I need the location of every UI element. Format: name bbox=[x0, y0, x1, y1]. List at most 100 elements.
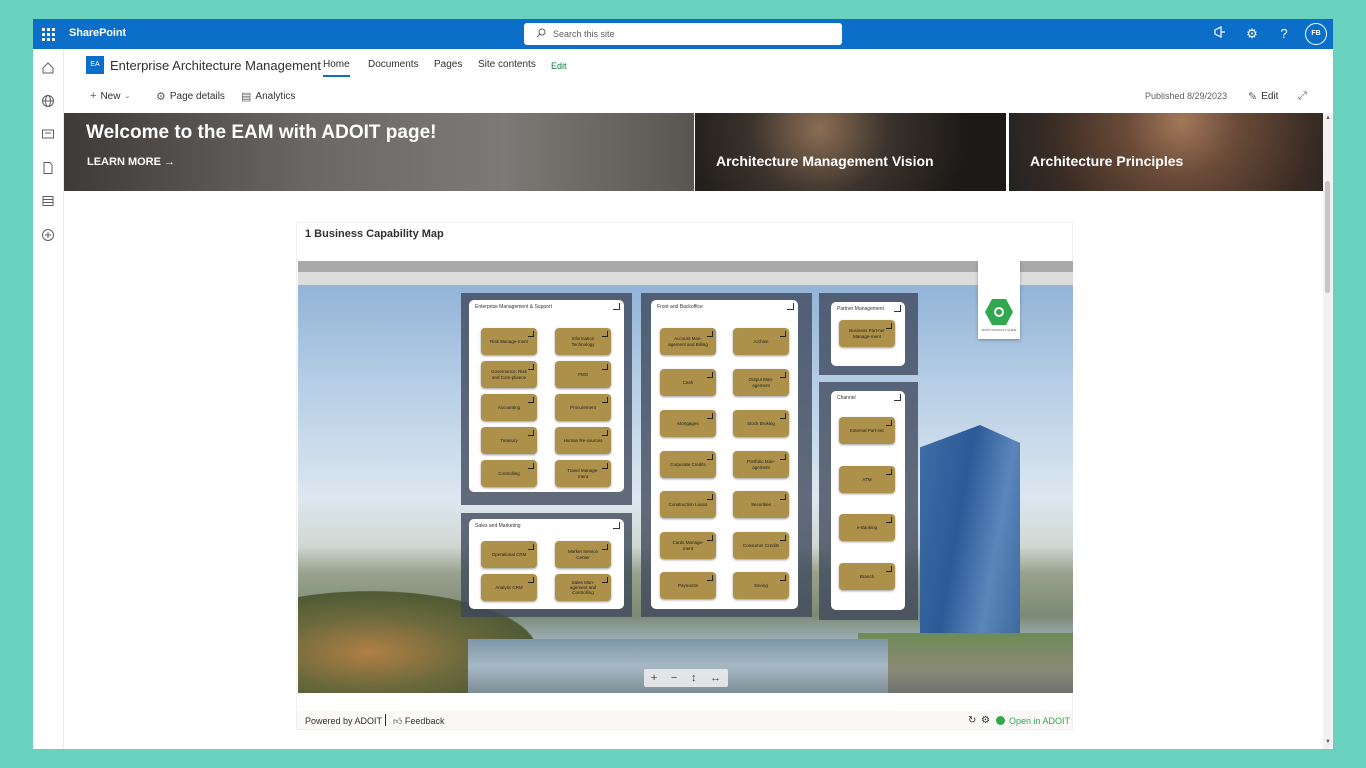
document-icon[interactable] bbox=[41, 161, 55, 175]
capability-box[interactable]: Securities bbox=[733, 491, 789, 518]
capability-box[interactable]: Controlling bbox=[481, 460, 537, 487]
hero-title: Welcome to the EAM with ADOIT page! bbox=[86, 122, 437, 143]
capability-box[interactable]: Portfolio Man-agement bbox=[733, 451, 789, 478]
gear-icon: ⚙ bbox=[156, 91, 166, 103]
capability-box[interactable]: Account Man-agement and Billing bbox=[660, 328, 716, 355]
background-riverbank bbox=[858, 633, 1073, 693]
search-placeholder: Search this site bbox=[553, 29, 615, 39]
globe-icon[interactable] bbox=[41, 94, 55, 108]
capability-box[interactable]: Stock Broking bbox=[733, 410, 789, 437]
gear-icon[interactable]: ⚙ bbox=[1243, 25, 1261, 43]
page-details-button[interactable]: ⚙ Page details bbox=[156, 90, 225, 103]
fit-height-icon[interactable]: ↕ bbox=[691, 672, 697, 684]
megaphone-icon[interactable] bbox=[1211, 25, 1229, 43]
capability-box[interactable]: Procurement bbox=[555, 394, 611, 421]
capability-box[interactable]: Cards Manage-ment bbox=[660, 532, 716, 559]
hero-main-tile[interactable]: Welcome to the EAM with ADOIT page! LEAR… bbox=[64, 113, 694, 191]
brand-label[interactable]: SharePoint bbox=[69, 27, 126, 39]
capability-box[interactable]: Cash bbox=[660, 369, 716, 396]
capability-box[interactable]: Treasury bbox=[481, 427, 537, 454]
capability-box[interactable]: PMO bbox=[555, 361, 611, 388]
suite-bar: SharePoint Search this site ⚙ ? FB bbox=[33, 19, 1333, 49]
page-scrollbar[interactable]: ▲ ▼ bbox=[1323, 113, 1333, 749]
chart-icon bbox=[613, 303, 620, 310]
capability-box[interactable]: Construction Loans bbox=[660, 491, 716, 518]
capability-box[interactable]: Archive bbox=[733, 328, 789, 355]
hero-tile-label: Architecture Management Vision bbox=[716, 153, 934, 169]
analytics-button[interactable]: ▤ Analytics bbox=[241, 90, 295, 103]
learn-more-link[interactable]: LEARN MORE → bbox=[87, 156, 175, 168]
group-enterprise-management: Enterprise Management & Support Risk Man… bbox=[461, 293, 632, 505]
capability-box[interactable]: Consumer Credits bbox=[733, 532, 789, 559]
fit-width-icon[interactable]: ↔ bbox=[710, 672, 721, 684]
adoit-product-badge[interactable]: ADOIT PRODUCT GUIDE bbox=[978, 261, 1020, 339]
expand-icon[interactable]: ⤢ bbox=[1298, 90, 1307, 103]
group-channel: Channel External Part-ner ATM e-Banking … bbox=[819, 382, 918, 620]
chart-icon bbox=[894, 305, 901, 312]
home-icon[interactable] bbox=[41, 61, 55, 75]
adoit-webpart: 1 Business Capability Map Enterprise Man… bbox=[296, 222, 1073, 730]
analytics-label: Analytics bbox=[255, 91, 296, 102]
capability-box[interactable]: e-Banking bbox=[839, 514, 895, 541]
capability-box[interactable]: Output Man-agement bbox=[733, 369, 789, 396]
capability-box[interactable]: Sales Man-agement and Controlling bbox=[555, 574, 611, 601]
nav-home[interactable]: Home bbox=[323, 59, 350, 77]
app-launcher-icon[interactable] bbox=[39, 25, 57, 43]
scroll-up-icon[interactable]: ▲ bbox=[1325, 115, 1331, 121]
capability-box[interactable]: Corporate Credits bbox=[660, 451, 716, 478]
nav-pages[interactable]: Pages bbox=[434, 59, 462, 70]
nav-edit-link[interactable]: Edit bbox=[551, 61, 567, 71]
new-button[interactable]: + New ⌄ bbox=[90, 90, 130, 102]
hero-tile-vision[interactable]: Architecture Management Vision bbox=[695, 113, 1006, 191]
capability-box[interactable]: ATM bbox=[839, 466, 895, 493]
map-header-bar bbox=[298, 261, 1073, 272]
site-title[interactable]: Enterprise Architecture Management bbox=[110, 58, 321, 73]
scrollbar-thumb[interactable] bbox=[1325, 181, 1330, 293]
hero-tile-principles[interactable]: Architecture Principles bbox=[1009, 113, 1323, 191]
thumbs-up-icon: 👍︎ bbox=[393, 716, 403, 726]
learn-more-label: LEARN MORE bbox=[87, 156, 161, 168]
capability-box[interactable]: Mortgages bbox=[660, 410, 716, 437]
help-icon[interactable]: ? bbox=[1275, 25, 1293, 43]
settings-icon[interactable]: ⚙ bbox=[981, 715, 990, 726]
refresh-icon[interactable]: ↻ bbox=[968, 715, 976, 726]
group-label: Partner Management bbox=[837, 306, 884, 312]
search-input[interactable]: Search this site bbox=[524, 23, 842, 45]
webpart-title: 1 Business Capability Map bbox=[305, 228, 444, 240]
capability-box[interactable]: Operational CRM bbox=[481, 541, 537, 568]
open-in-adoit-link[interactable]: Open in ADOIT bbox=[1009, 716, 1070, 726]
capability-box[interactable]: Travel Manage-ment bbox=[555, 460, 611, 487]
capability-box[interactable]: Governance, Risk and Com-pliance bbox=[481, 361, 537, 388]
published-date: Published 8/29/2023 bbox=[1145, 91, 1228, 101]
capability-box[interactable]: Risk Manage-ment bbox=[481, 328, 537, 355]
edit-button[interactable]: ✎ Edit bbox=[1248, 90, 1278, 103]
scroll-down-icon[interactable]: ▼ bbox=[1325, 739, 1331, 745]
nav-documents[interactable]: Documents bbox=[368, 59, 419, 70]
plus-icon: + bbox=[90, 90, 97, 102]
feedback-button[interactable]: 👍︎ Feedback bbox=[393, 716, 444, 727]
capability-box[interactable]: Accounting bbox=[481, 394, 537, 421]
avatar[interactable]: FB bbox=[1305, 23, 1327, 45]
create-icon[interactable] bbox=[41, 228, 55, 242]
capability-box[interactable]: Payments bbox=[660, 572, 716, 599]
capability-box[interactable]: Analytic CRM bbox=[481, 574, 537, 601]
capability-box[interactable]: Market Service Center bbox=[555, 541, 611, 568]
group-label: Front and Backoffice bbox=[657, 304, 703, 310]
site-logo[interactable]: EA bbox=[86, 56, 104, 74]
edit-label: Edit bbox=[1261, 91, 1279, 102]
list-icon[interactable] bbox=[41, 194, 55, 208]
capability-map[interactable]: Enterprise Management & Support Risk Man… bbox=[298, 261, 1073, 693]
capability-box[interactable]: Human Re-sources bbox=[555, 427, 611, 454]
zoom-out-icon[interactable]: − bbox=[671, 672, 677, 684]
news-icon[interactable] bbox=[41, 127, 55, 141]
capability-box[interactable]: Saving bbox=[733, 572, 789, 599]
capability-box[interactable]: Business Part-ner Manage-ment bbox=[839, 320, 895, 347]
pencil-icon: ✎ bbox=[1248, 91, 1258, 103]
zoom-in-icon[interactable]: + bbox=[651, 672, 657, 684]
capability-box[interactable]: Branch bbox=[839, 563, 895, 590]
capability-box[interactable]: External Part-ner bbox=[839, 417, 895, 444]
powered-by-label[interactable]: Powered by ADOIT bbox=[305, 716, 382, 726]
hero-banner: Welcome to the EAM with ADOIT page! LEAR… bbox=[64, 113, 1323, 191]
capability-box[interactable]: Information Technology bbox=[555, 328, 611, 355]
nav-site-contents[interactable]: Site contents bbox=[478, 59, 536, 70]
